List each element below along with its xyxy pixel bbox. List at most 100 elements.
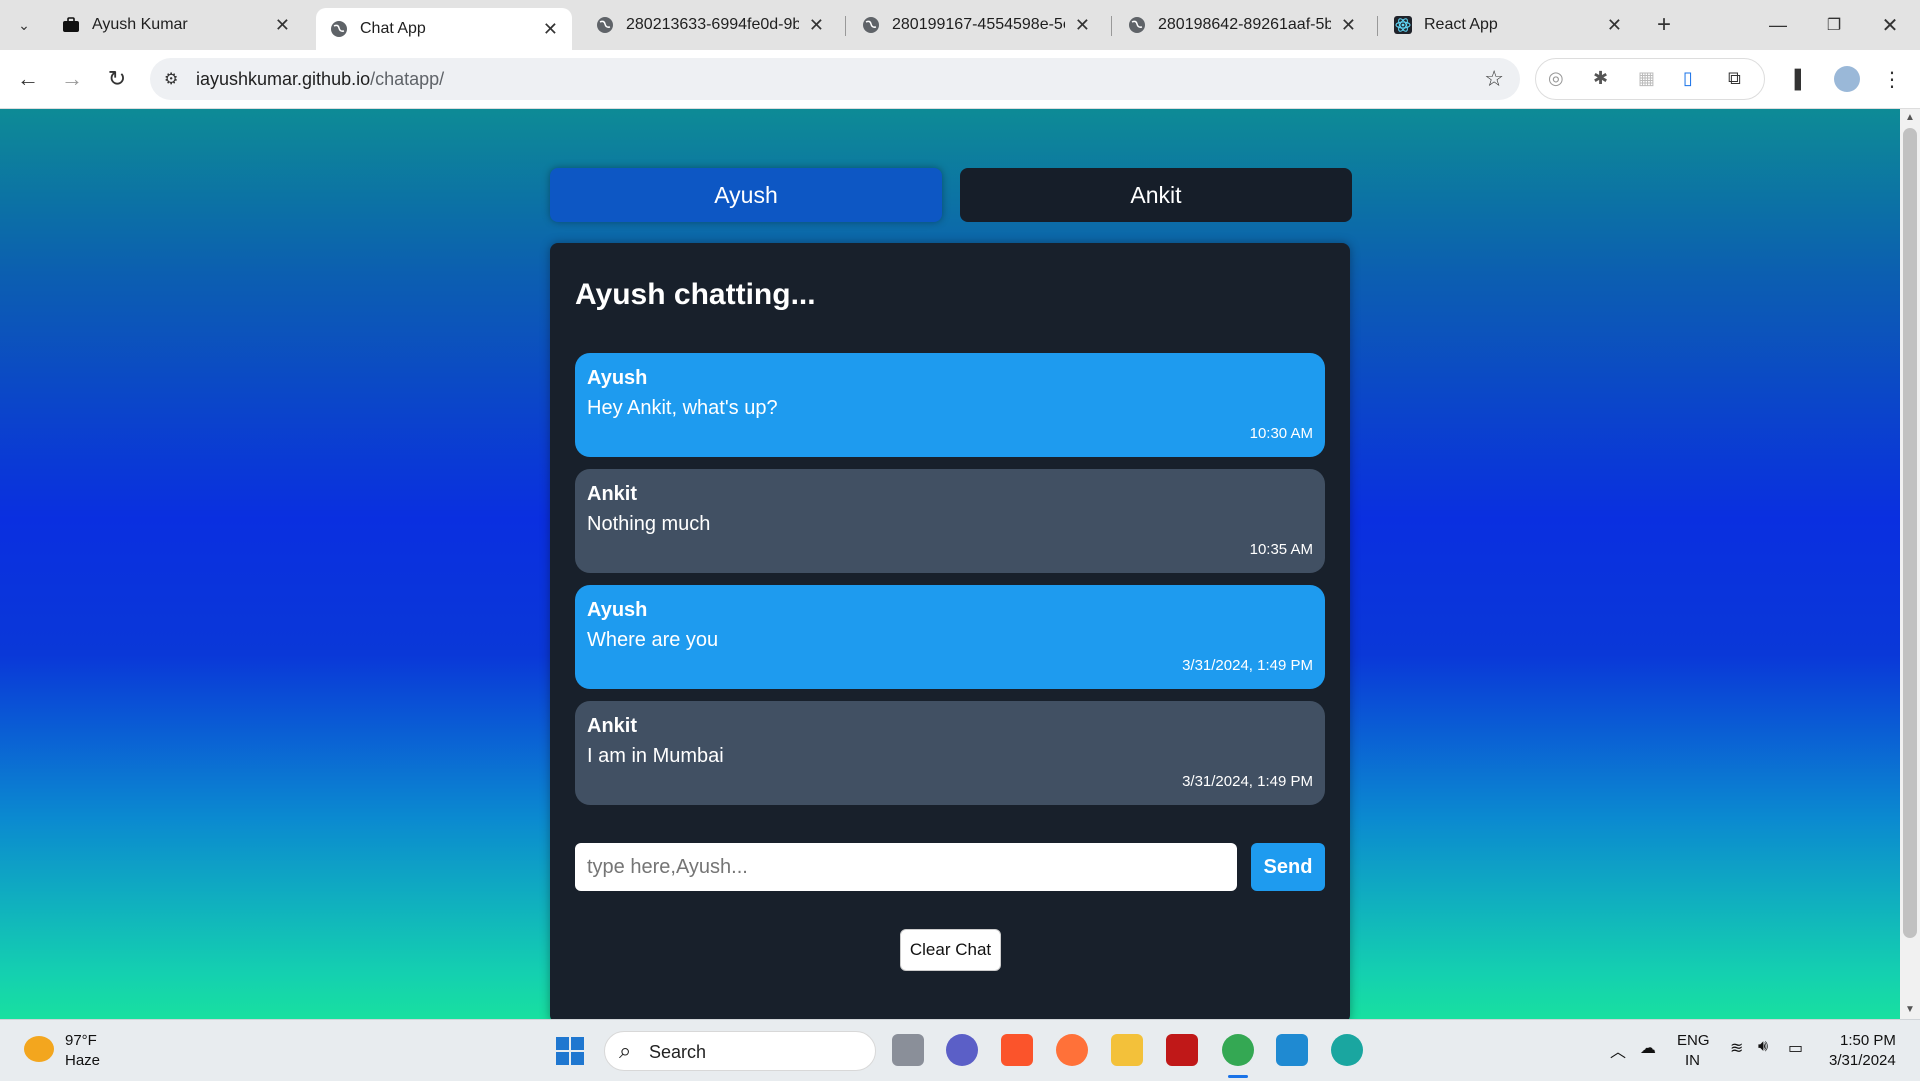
tab-title: Ayush Kumar [92,16,188,33]
url-path: /chatapp/ [370,68,445,89]
browser-tabstrip: ⌄ Ayush Kumar ✕ Chat App ✕ 280213633-699… [0,0,1920,50]
message-bubble: Ayush Hey Ankit, what's up? 10:30 AM [575,353,1325,457]
task-view-icon[interactable] [892,1034,924,1066]
globe-icon [597,17,613,33]
url-host: iayushkumar.github.io [196,68,371,89]
tab-image-2[interactable]: 280199167-4554598e-5e2 ✕ [848,8,1104,42]
reload-icon[interactable]: ↻ [103,65,131,93]
tab-divider [845,16,846,36]
edge-icon[interactable] [1331,1034,1363,1066]
scroll-up-icon[interactable]: ▲ [1900,109,1920,127]
close-tab-icon[interactable]: ✕ [275,15,290,36]
message-time: 10:35 AM [1249,541,1313,558]
extensions-puzzle-icon[interactable]: ⧉ [1728,68,1741,89]
volume-icon[interactable]: 🔊︎ [1758,1038,1768,1056]
weather-desc[interactable]: Haze [65,1052,100,1069]
new-tab-icon[interactable]: + [1650,11,1678,39]
scroll-down-icon[interactable]: ▼ [1900,1001,1920,1019]
message-text: Nothing much [587,513,711,535]
start-windows-icon[interactable] [556,1037,584,1065]
weather-icon[interactable] [24,1036,54,1062]
close-tab-icon[interactable]: ✕ [1341,15,1356,36]
back-icon[interactable]: ← [14,65,42,93]
wifi-icon[interactable]: ≋ [1730,1038,1743,1058]
bookmark-star-icon[interactable]: ☆ [1484,66,1504,92]
message-bubble: Ayush Where are you 3/31/2024, 1:49 PM [575,585,1325,689]
globe-icon [331,21,347,37]
clock-date[interactable]: 3/31/2024 [1829,1052,1896,1069]
firefox-icon[interactable] [1056,1034,1088,1066]
message-bubble: Ankit Nothing much 10:35 AM [575,469,1325,573]
message-time: 10:30 AM [1249,425,1313,442]
message-bubble: Ankit I am in Mumbai 3/31/2024, 1:49 PM [575,701,1325,805]
file-explorer-icon[interactable] [1111,1034,1143,1066]
taskbar-search[interactable]: ⌕ Search [604,1031,876,1071]
side-panel-icon[interactable]: ▌ [1787,65,1815,93]
language-bottom[interactable]: IN [1685,1052,1700,1069]
close-tab-icon[interactable]: ✕ [809,15,824,36]
tab-chat-app[interactable]: Chat App ✕ [316,8,572,50]
bug-extension-icon[interactable]: ✱ [1593,68,1608,89]
chat-heading: Ayush chatting... [575,278,816,311]
message-text: Where are you [587,629,719,651]
chrome-icon[interactable] [1222,1034,1254,1066]
battery-icon[interactable]: ▭ [1788,1038,1803,1058]
extension-icon[interactable]: ▦ [1638,68,1655,89]
chat-panel: Ayush chatting... Ayush Hey Ankit, what'… [550,243,1350,1023]
site-info-icon[interactable]: ⚙ [164,69,178,89]
close-window-icon[interactable]: ✕ [1876,11,1904,39]
globe-icon [1129,17,1145,33]
tab-ayush-kumar[interactable]: Ayush Kumar ✕ [48,8,304,42]
message-time: 3/31/2024, 1:49 PM [1182,773,1313,790]
tab-react-app[interactable]: React App ✕ [1380,8,1636,42]
profile-avatar[interactable] [1834,66,1860,92]
search-icon: ⌕ [619,1038,632,1063]
brave-browser-icon[interactable] [1001,1034,1033,1066]
mcafee-icon[interactable] [1166,1034,1198,1066]
close-tab-icon[interactable]: ✕ [1075,15,1090,36]
chevron-up-icon[interactable]: ︿ [1610,1038,1626,1062]
briefcase-icon [63,17,79,32]
page-viewport: Ayush Ankit Ayush chatting... Ayush Hey … [0,109,1900,1023]
url-text: iayushkumar.github.io/chatapp/ [196,69,444,90]
restore-icon[interactable]: ❐ [1820,11,1848,39]
globe-icon [863,17,879,33]
tab-title: 280198642-89261aaf-5b5f [1158,16,1331,33]
weather-temp[interactable]: 97°F [65,1032,97,1049]
extensions-group: ◎ ✱ ▦ ▯ ⧉ [1535,58,1765,100]
close-tab-icon[interactable]: ✕ [543,19,558,40]
scrollbar-thumb[interactable] [1903,128,1917,938]
tab-title: 280199167-4554598e-5e2 [892,16,1065,33]
vscode-icon[interactable] [1276,1034,1308,1066]
message-sender: Ankit [587,715,637,737]
message-text: Hey Ankit, what's up? [587,397,778,419]
tab-title: 280213633-6994fe0d-9b4 [626,16,799,33]
user-tab-ayush[interactable]: Ayush [550,168,942,222]
onedrive-icon[interactable]: ☁ [1640,1038,1656,1058]
extension-icon[interactable]: ◎ [1548,68,1564,89]
message-time: 3/31/2024, 1:49 PM [1182,657,1313,674]
forward-icon[interactable]: → [58,65,86,93]
send-button[interactable]: Send [1251,843,1325,891]
tab-title: React App [1424,16,1498,33]
clipboard-extension-icon[interactable]: ▯ [1683,68,1693,89]
browser-toolbar: ← → ↻ ⚙ iayushkumar.github.io/chatapp/ ☆… [0,50,1920,109]
active-app-indicator [1228,1075,1248,1078]
message-input[interactable] [575,843,1237,891]
language-top[interactable]: ENG [1677,1032,1710,1049]
user-tab-ankit[interactable]: Ankit [960,168,1352,222]
tab-image-3[interactable]: 280198642-89261aaf-5b5f ✕ [1114,8,1370,42]
teams-meet-icon[interactable] [946,1034,978,1066]
clock-time[interactable]: 1:50 PM [1840,1032,1896,1049]
tab-title: Chat App [360,20,426,37]
tab-search-icon[interactable]: ⌄ [10,11,38,39]
menu-kebab-icon[interactable]: ⋮ [1878,65,1906,93]
react-icon [1394,16,1412,34]
tab-image-1[interactable]: 280213633-6994fe0d-9b4 ✕ [582,8,838,42]
minimize-icon[interactable]: — [1764,11,1792,39]
close-tab-icon[interactable]: ✕ [1607,15,1622,36]
message-sender: Ayush [587,599,648,621]
address-bar[interactable]: ⚙ iayushkumar.github.io/chatapp/ ☆ [150,58,1520,100]
clear-chat-button[interactable]: Clear Chat [900,929,1001,971]
windows-taskbar: 97°F Haze ⌕ Search ︿ ☁ ENG IN ≋ 🔊︎ ▭ 1:5… [0,1019,1920,1081]
